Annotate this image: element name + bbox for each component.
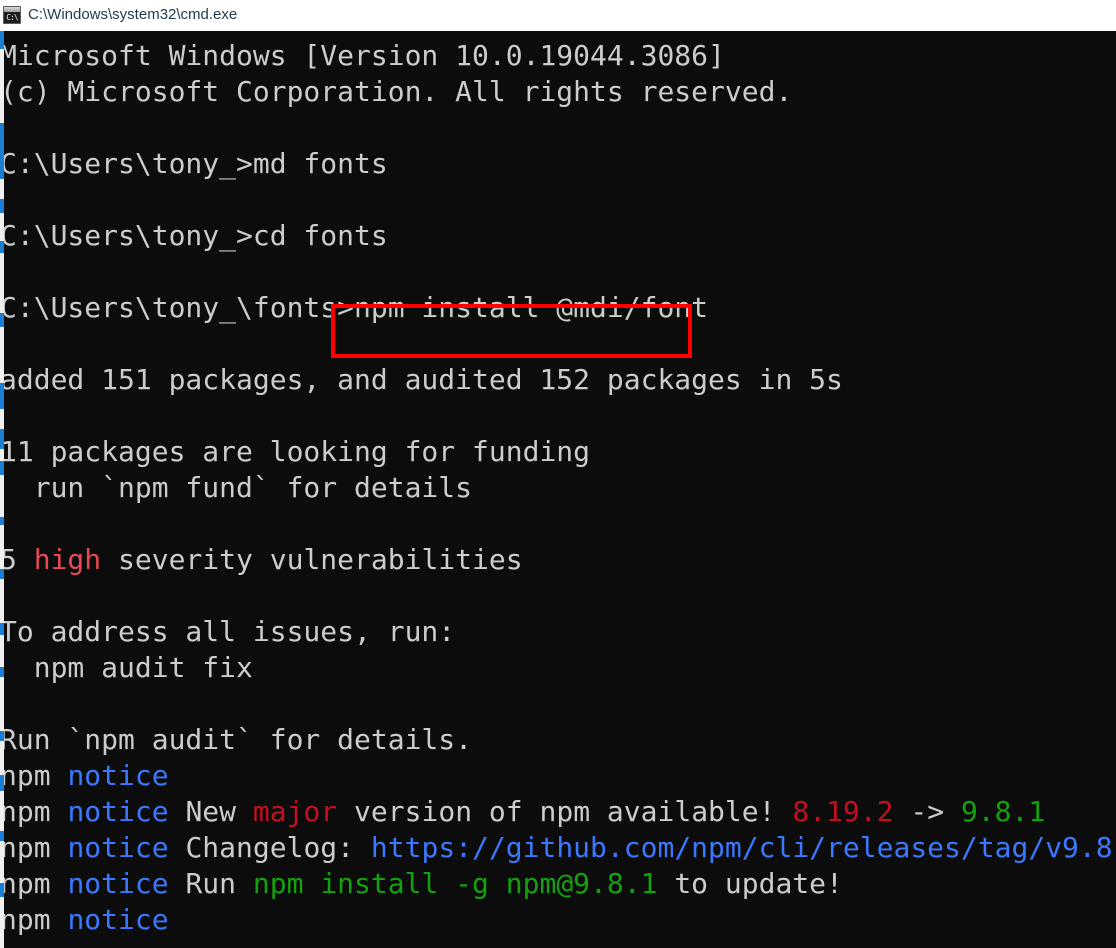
text-span: notice: [67, 831, 169, 864]
line-notice-new-major: npm notice New major version of npm avai…: [0, 794, 1116, 830]
scrollbar-thumb[interactable]: [0, 831, 4, 841]
line-funding-count: 11 packages are looking for funding: [0, 434, 1116, 470]
text-span: 11 packages are looking for funding: [0, 435, 591, 468]
text-span: npm: [0, 867, 68, 900]
text-span: npm: [0, 903, 68, 936]
text-span: C:\Users\tony_>md fonts: [0, 147, 388, 180]
text-span: to update!: [657, 867, 843, 900]
text-span: Changelog:: [168, 831, 371, 864]
console-output-area[interactable]: Microsoft Windows [Version 10.0.19044.30…: [0, 31, 1116, 948]
line-blank-1: [0, 110, 1116, 146]
cmd-console-icon: C:\: [3, 6, 21, 24]
scrollbar-thumb[interactable]: [0, 383, 4, 409]
scrollbar-thumb[interactable]: [0, 313, 4, 327]
scrollbar-thumb[interactable]: [0, 775, 4, 791]
text-span: added 151 packages, and audited 152 pack…: [0, 363, 843, 396]
line-blank-5: [0, 398, 1116, 434]
scrollbar-thumb[interactable]: [0, 623, 4, 635]
text-span: version of npm available!: [337, 795, 793, 828]
text-span: 9.8.1: [960, 795, 1046, 828]
line-banner-version: Microsoft Windows [Version 10.0.19044.30…: [0, 38, 1116, 74]
line-prompt-cd-fonts: C:\Users\tony_>cd fonts: [0, 218, 1116, 254]
text-span: notice: [67, 867, 169, 900]
scrollbar-thumb[interactable]: [0, 569, 4, 579]
text-span: npm: [0, 759, 68, 792]
vertical-scrollbar[interactable]: [0, 31, 4, 948]
text-span: Run: [168, 867, 253, 900]
line-address-issues: To address all issues, run:: [0, 614, 1116, 650]
text-span: notice: [67, 759, 169, 792]
cmd-window: C:\ C:\Windows\system32\cmd.exe Microsof…: [0, 0, 1116, 948]
text-span: ->: [893, 795, 961, 828]
line-added-packages: added 151 packages, and audited 152 pack…: [0, 362, 1116, 398]
text-span: (c) Microsoft Corporation. All rights re…: [0, 75, 793, 108]
line-blank-3: [0, 254, 1116, 290]
text-span: New: [168, 795, 253, 828]
line-notice-2: npm notice: [0, 902, 1116, 938]
line-blank-6: [0, 506, 1116, 542]
line-prompt-md-fonts: C:\Users\tony_>md fonts: [0, 146, 1116, 182]
scrollbar-thumb[interactable]: [0, 429, 4, 449]
scrollbar-thumb[interactable]: [0, 241, 4, 253]
text-span: C:\Users\tony_>cd fonts: [0, 219, 388, 252]
line-prompt-npm-install: C:\Users\tony_\fonts>npm install @mdi/fo…: [0, 290, 1116, 326]
text-span: npm: [0, 795, 68, 828]
line-notice-1: npm notice: [0, 758, 1116, 794]
text-span: 5: [0, 543, 34, 576]
line-notice-run-update: npm notice Run npm install -g npm@9.8.1 …: [0, 866, 1116, 902]
text-span: severity vulnerabilities: [101, 543, 523, 576]
scrollbar-thumb[interactable]: [0, 31, 4, 49]
text-span: npm: [0, 831, 68, 864]
line-vulnerabilities: 5 high severity vulnerabilities: [0, 542, 1116, 578]
line-blank-2: [0, 182, 1116, 218]
line-blank-4: [0, 326, 1116, 362]
scrollbar-thumb[interactable]: [0, 667, 4, 677]
scrollbar-thumb[interactable]: [0, 883, 4, 897]
scrollbar-thumb[interactable]: [0, 731, 4, 741]
window-title: C:\Windows\system32\cmd.exe: [28, 6, 238, 23]
text-span: npm install -g npm@9.8.1: [252, 867, 658, 900]
text-span: major: [252, 795, 338, 828]
terminal-text: Microsoft Windows [Version 10.0.19044.30…: [0, 31, 1116, 938]
scrollbar-thumb[interactable]: [0, 123, 4, 179]
text-span: high: [33, 543, 102, 576]
text-span: run `npm fund` for details: [0, 471, 473, 504]
text-span: 8.19.2: [792, 795, 894, 828]
line-notice-changelog: npm notice Changelog: https://github.com…: [0, 830, 1116, 866]
text-span: Run `npm audit` for details.: [0, 723, 473, 756]
scrollbar-thumb[interactable]: [0, 517, 4, 525]
cmd-icon-glyph: C:\: [6, 13, 18, 22]
line-funding-run: run `npm fund` for details: [0, 470, 1116, 506]
text-span: https://github.com/npm/cli/releases/tag/…: [370, 831, 1116, 864]
text-span: Microsoft Windows [Version 10.0.19044.30…: [0, 39, 725, 72]
text-span: C:\Users\tony_\fonts>npm install @mdi/fo…: [0, 291, 709, 324]
line-banner-copyright: (c) Microsoft Corporation. All rights re…: [0, 74, 1116, 110]
text-span: To address all issues, run:: [0, 615, 456, 648]
text-span: notice: [67, 795, 169, 828]
line-blank-7: [0, 578, 1116, 614]
window-titlebar[interactable]: C:\ C:\Windows\system32\cmd.exe: [0, 0, 1116, 31]
line-audit-fix: npm audit fix: [0, 650, 1116, 686]
line-blank-8: [0, 686, 1116, 722]
scrollbar-thumb[interactable]: [0, 461, 4, 475]
scrollbar-thumb[interactable]: [0, 199, 4, 213]
text-span: notice: [67, 903, 169, 936]
text-span: npm audit fix: [0, 651, 253, 684]
line-run-audit-details: Run `npm audit` for details.: [0, 722, 1116, 758]
